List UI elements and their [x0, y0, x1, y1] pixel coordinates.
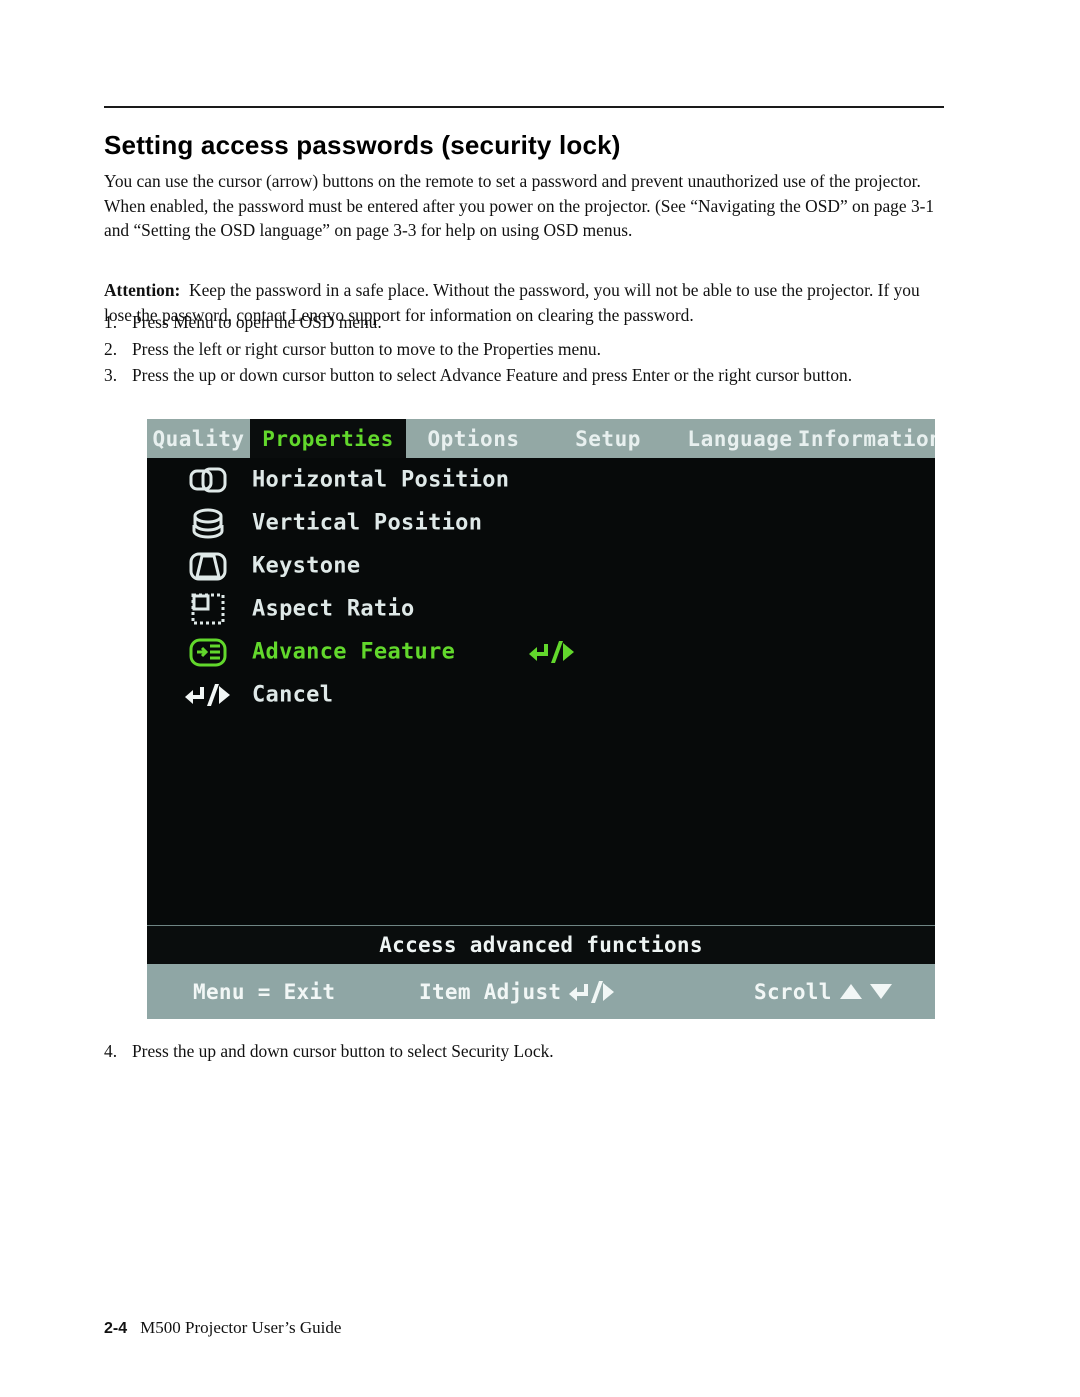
step-text: Press the up or down cursor button to se… [132, 365, 853, 385]
osd-help-text: Access advanced functions [379, 933, 703, 957]
step-text: Press Menu to open the OSD menu. [132, 312, 382, 332]
attention-label: Attention: [104, 280, 181, 301]
menu-item-label: Vertical Position [252, 510, 483, 535]
menu-item-label: Aspect Ratio [252, 596, 415, 621]
advance-feature-icon [188, 635, 228, 669]
step-number: 1. [104, 312, 118, 332]
nav-scroll-label: Scroll [754, 979, 832, 1004]
tab-language[interactable]: Language [675, 419, 805, 458]
vertical-position-icon [188, 506, 228, 540]
nav-scroll[interactable]: Scroll [754, 980, 892, 1004]
enter-slash-right-icon [529, 640, 574, 663]
step-text: Press the left or right cursor button to… [132, 339, 601, 359]
menu-item-label: Advance Feature [252, 639, 456, 664]
tab-setup[interactable]: Setup [541, 419, 675, 458]
step-text: Press the up and down cursor button to s… [132, 1041, 554, 1061]
page-footer: 2-4 M500 Projector User’s Guide [104, 1318, 341, 1338]
tab-information[interactable]: Information [798, 419, 935, 458]
menu-item-label: Keystone [252, 553, 361, 578]
step-number: 2. [104, 339, 118, 359]
tab-quality[interactable]: Quality [147, 419, 250, 458]
menu-item-label: Cancel [252, 682, 334, 707]
step-item: 4. Press the up and down cursor button t… [104, 1039, 950, 1064]
menu-item-advance-feature[interactable]: Advance Feature [147, 630, 935, 673]
triangle-down-icon [869, 984, 892, 999]
document-page: Setting access passwords (security lock)… [0, 0, 1080, 1397]
tab-properties[interactable]: Properties [250, 419, 406, 458]
footer-page-number: 2-4 [104, 1320, 128, 1337]
tab-options[interactable]: Options [406, 419, 541, 458]
menu-item-aspect-ratio[interactable]: Aspect Ratio [147, 587, 935, 630]
menu-item-value [529, 640, 574, 663]
osd-nav-bar: Menu = Exit Item Adjust Scroll [147, 964, 935, 1019]
step-item: 1. Press Menu to open the OSD menu. [104, 310, 950, 335]
nav-menu-exit[interactable]: Menu = Exit [193, 980, 335, 1004]
osd-help-bar: Access advanced functions [147, 925, 935, 964]
osd-menu-list: Horizontal Position Vertical Position Ke… [147, 458, 935, 716]
menu-item-cancel[interactable]: Cancel [147, 673, 935, 716]
triangle-up-icon [839, 984, 862, 999]
menu-item-horizontal-position[interactable]: Horizontal Position [147, 458, 935, 501]
menu-item-keystone[interactable]: Keystone [147, 544, 935, 587]
nav-menu-exit-label: Menu = Exit [193, 979, 336, 1004]
step-number: 3. [104, 365, 118, 385]
step-item: 2. Press the left or right cursor button… [104, 337, 950, 362]
horizontal-position-icon [188, 463, 228, 497]
aspect-ratio-icon [188, 592, 228, 626]
nav-item-adjust[interactable]: Item Adjust [419, 979, 615, 1004]
keystone-icon [188, 549, 228, 583]
enter-slash-right-icon [569, 980, 615, 1003]
menu-item-label: Horizontal Position [252, 467, 510, 492]
footer-title: M500 Projector User’s Guide [140, 1318, 342, 1337]
page-title: Setting access passwords (security lock) [104, 130, 621, 161]
cancel-glyph [185, 683, 230, 706]
heading-rule [104, 106, 944, 108]
osd-menu-figure: Quality Properties Options Setup Languag… [147, 419, 935, 1019]
nav-item-adjust-label: Item Adjust [419, 979, 562, 1004]
step-number: 4. [104, 1041, 118, 1061]
step-item: 3. Press the up or down cursor button to… [104, 363, 950, 388]
intro-paragraph: You can use the cursor (arrow) buttons o… [104, 171, 935, 241]
enter-slash-right-icon [185, 683, 230, 706]
osd-tab-bar: Quality Properties Options Setup Languag… [147, 419, 935, 458]
menu-item-vertical-position[interactable]: Vertical Position [147, 501, 935, 544]
